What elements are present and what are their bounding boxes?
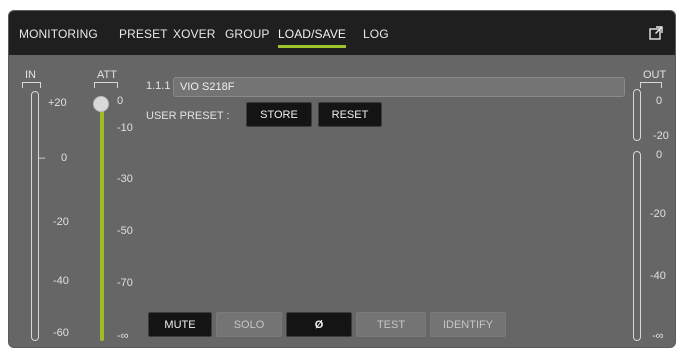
reset-button[interactable]: RESET — [318, 102, 382, 127]
out-tick: 0 — [656, 149, 663, 161]
in-meter-bracket — [22, 82, 41, 88]
channel-id: 1.1.1 — [146, 80, 171, 92]
test-button[interactable]: TEST — [356, 312, 426, 337]
in-tick: 0 — [61, 152, 68, 164]
att-tick: 0 — [117, 95, 124, 107]
att-tick: -50 — [117, 225, 133, 237]
user-preset-label: USER PRESET : — [146, 110, 230, 122]
in-meter-label: IN — [25, 69, 36, 81]
att-label: ATT — [97, 69, 117, 81]
out-limiter-tick: 0 — [656, 95, 663, 107]
in-tick-zero-marker: – — [39, 152, 46, 164]
out-limiter-meter — [633, 89, 641, 141]
active-tab-underline — [278, 45, 347, 48]
tab-load-save-label: LOAD/SAVE — [278, 27, 347, 41]
att-fader-track[interactable] — [100, 103, 104, 341]
att-tick: -30 — [117, 173, 133, 185]
out-tick: -20 — [650, 208, 666, 220]
phase-invert-button[interactable]: Ø — [286, 312, 352, 337]
in-tick: -40 — [53, 275, 69, 287]
solo-button[interactable]: SOLO — [216, 312, 282, 337]
tab-xover[interactable]: XOVER — [173, 27, 216, 41]
device-panel: MONITORING PRESET XOVER GROUP LOAD/SAVE … — [8, 10, 676, 348]
att-bracket — [94, 82, 118, 88]
tab-group[interactable]: GROUP — [225, 27, 270, 41]
in-tick: -60 — [53, 327, 69, 339]
tab-preset[interactable]: PRESET — [119, 27, 168, 41]
store-button[interactable]: STORE — [246, 102, 312, 127]
att-fader-knob[interactable] — [93, 96, 109, 112]
tab-monitoring[interactable]: MONITORING — [19, 27, 98, 41]
expand-arrows-icon[interactable] — [649, 26, 663, 40]
identify-button[interactable]: IDENTIFY — [430, 312, 506, 337]
tab-log[interactable]: LOG — [363, 27, 389, 41]
att-tick: -∞ — [117, 330, 129, 342]
out-meter-label: OUT — [643, 69, 667, 81]
tab-load-save[interactable]: LOAD/SAVE — [278, 27, 347, 48]
in-tick: -20 — [53, 216, 69, 228]
out-meter-bracket — [640, 82, 662, 88]
att-tick: -10 — [117, 122, 133, 134]
out-tick: -40 — [650, 270, 666, 282]
out-tick: -∞ — [652, 330, 664, 342]
out-level-meter — [633, 151, 641, 341]
top-navigation-bar: MONITORING PRESET XOVER GROUP LOAD/SAVE … — [9, 11, 675, 55]
out-limiter-tick: -20 — [653, 130, 669, 142]
mute-button[interactable]: MUTE — [148, 312, 212, 337]
in-tick: +20 — [48, 97, 67, 109]
channel-name-field[interactable]: VIO S218F — [173, 77, 625, 97]
att-tick: -70 — [117, 277, 133, 289]
in-level-meter — [31, 91, 39, 341]
